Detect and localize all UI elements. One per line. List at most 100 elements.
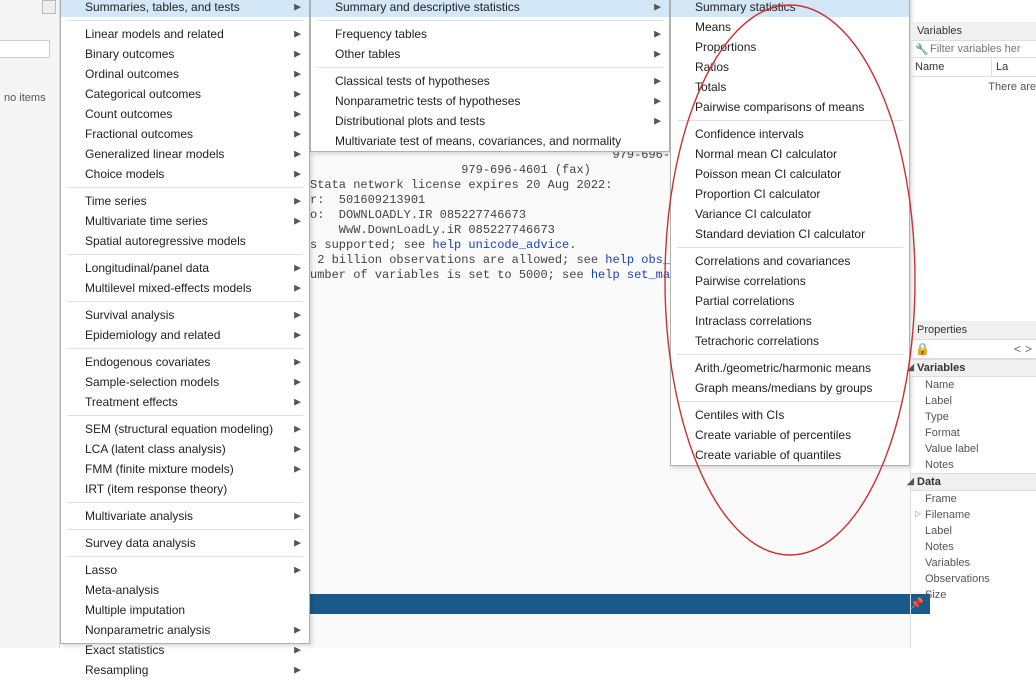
menu-item[interactable]: Create variable of quantiles xyxy=(671,445,909,465)
filter-input[interactable] xyxy=(0,40,50,58)
menu-item[interactable]: Other tables▶ xyxy=(311,44,669,64)
menu-item[interactable]: Arith./geometric/harmonic means xyxy=(671,358,909,378)
property-row: Name xyxy=(911,377,1036,393)
menu-item[interactable]: Resampling▶ xyxy=(61,660,309,680)
menu-item[interactable]: Endogenous covariates▶ xyxy=(61,352,309,372)
menu-item[interactable]: IRT (item response theory) xyxy=(61,479,309,499)
menu-item[interactable]: Lasso▶ xyxy=(61,560,309,580)
section-variables[interactable]: ◢Variables xyxy=(911,359,1036,377)
menu-item[interactable]: Choice models▶ xyxy=(61,164,309,184)
help-link-unicode[interactable]: help unicode_advice xyxy=(432,238,569,252)
menu-item[interactable]: Multivariate time series▶ xyxy=(61,211,309,231)
chevron-right-icon: ▶ xyxy=(294,538,301,549)
menu-item[interactable]: SEM (structural equation modeling)▶ xyxy=(61,419,309,439)
chevron-right-icon: ▶ xyxy=(294,665,301,676)
menu-item[interactable]: Ratios xyxy=(671,57,909,77)
chevron-right-icon: ▶ xyxy=(294,310,301,321)
prev-icon[interactable]: < xyxy=(1014,342,1021,356)
menu-item[interactable]: Exact statistics▶ xyxy=(61,640,309,660)
menu-item[interactable]: Sample-selection models▶ xyxy=(61,372,309,392)
property-row: Label xyxy=(911,393,1036,409)
menu-item[interactable]: Epidemiology and related▶ xyxy=(61,325,309,345)
menu-item[interactable]: Centiles with CIs xyxy=(671,405,909,425)
col-name[interactable]: Name xyxy=(911,58,992,76)
menu-item[interactable]: Longitudinal/panel data▶ xyxy=(61,258,309,278)
menu-item[interactable]: Confidence intervals xyxy=(671,124,909,144)
chevron-right-icon: ▶ xyxy=(654,49,661,60)
menu-item[interactable]: Summaries, tables, and tests▶ xyxy=(61,0,309,17)
menu-item[interactable]: Fractional outcomes▶ xyxy=(61,124,309,144)
menu-item[interactable]: Survival analysis▶ xyxy=(61,305,309,325)
chevron-right-icon: ▶ xyxy=(294,2,301,13)
statistics-menu[interactable]: Summaries, tables, and tests▶ Linear mode… xyxy=(60,0,310,644)
menu-item[interactable]: Summary statistics xyxy=(671,0,909,17)
property-row: Observations xyxy=(911,571,1036,587)
menu-item[interactable]: Ordinal outcomes▶ xyxy=(61,64,309,84)
lock-icon[interactable]: 🔒 xyxy=(915,342,930,356)
property-row: Size xyxy=(911,587,1036,603)
menu-item[interactable]: Spatial autoregressive models xyxy=(61,231,309,251)
menu-item[interactable]: Totals xyxy=(671,77,909,97)
menu-item[interactable]: FMM (finite mixture models)▶ xyxy=(61,459,309,479)
menu-item[interactable]: Nonparametric analysis▶ xyxy=(61,620,309,640)
chevron-right-icon: ▶ xyxy=(294,216,301,227)
property-row: Format xyxy=(911,425,1036,441)
menu-item[interactable]: Categorical outcomes▶ xyxy=(61,84,309,104)
no-items-label: no items xyxy=(4,92,46,104)
chevron-right-icon: ▶ xyxy=(294,196,301,207)
section-data[interactable]: ◢Data xyxy=(911,473,1036,491)
menu-item[interactable]: Binary outcomes▶ xyxy=(61,44,309,64)
filter-icon[interactable]: 🔧 xyxy=(915,43,927,55)
menu-item[interactable]: Intraclass correlations xyxy=(671,311,909,331)
menu-item[interactable]: Create variable of percentiles xyxy=(671,425,909,445)
menu-item[interactable]: Survey data analysis▶ xyxy=(61,533,309,553)
filter-variables-input[interactable] xyxy=(930,43,1032,55)
menu-item[interactable]: Classical tests of hypotheses▶ xyxy=(311,71,669,91)
menu-item[interactable]: Frequency tables▶ xyxy=(311,24,669,44)
menu-item[interactable]: LCA (latent class analysis)▶ xyxy=(61,439,309,459)
menu-item[interactable]: Count outcomes▶ xyxy=(61,104,309,124)
menu-item[interactable]: Poisson mean CI calculator xyxy=(671,164,909,184)
next-icon[interactable]: > xyxy=(1025,342,1032,356)
chevron-right-icon: ▶ xyxy=(654,2,661,13)
menu-item[interactable]: Standard deviation CI calculator xyxy=(671,224,909,244)
property-row: Notes xyxy=(911,457,1036,473)
menu-item[interactable]: Pairwise correlations xyxy=(671,271,909,291)
menu-item[interactable]: Time series▶ xyxy=(61,191,309,211)
toolbar-icon[interactable] xyxy=(42,0,56,14)
chevron-right-icon: ▶ xyxy=(294,464,301,475)
variables-columns: Name La xyxy=(911,58,1036,77)
chevron-right-icon: ▶ xyxy=(294,283,301,294)
chevron-right-icon: ▶ xyxy=(294,565,301,576)
menu-item[interactable]: Partial correlations xyxy=(671,291,909,311)
col-la[interactable]: La xyxy=(992,58,1036,76)
summaries-submenu[interactable]: Summary and descriptive statistics▶ Frequ… xyxy=(310,0,670,152)
menu-item[interactable]: Multiple imputation xyxy=(61,600,309,620)
menu-item[interactable]: Variance CI calculator xyxy=(671,204,909,224)
menu-item[interactable]: Proportion CI calculator xyxy=(671,184,909,204)
menu-item[interactable]: Normal mean CI calculator xyxy=(671,144,909,164)
property-row: Variables xyxy=(911,555,1036,571)
menu-item[interactable]: Proportions xyxy=(671,37,909,57)
menu-item[interactable]: Multivariate test of means, covariances,… xyxy=(311,131,669,151)
menu-item[interactable]: Linear models and related▶ xyxy=(61,24,309,44)
menu-item[interactable]: Nonparametric tests of hypotheses▶ xyxy=(311,91,669,111)
menu-item[interactable]: Distributional plots and tests▶ xyxy=(311,111,669,131)
summary-descriptive-submenu[interactable]: Summary statisticsMeansProportionsRatios… xyxy=(670,0,910,466)
menu-item[interactable]: Treatment effects▶ xyxy=(61,392,309,412)
menu-item[interactable]: Tetrachoric correlations xyxy=(671,331,909,351)
menu-item[interactable]: Summary and descriptive statistics▶ xyxy=(311,0,669,17)
menu-item[interactable]: Pairwise comparisons of means xyxy=(671,97,909,117)
chevron-right-icon: ▶ xyxy=(294,625,301,636)
menu-item[interactable]: Means xyxy=(671,17,909,37)
property-row: Type xyxy=(911,409,1036,425)
chevron-right-icon: ▶ xyxy=(654,96,661,107)
menu-item[interactable]: Generalized linear models▶ xyxy=(61,144,309,164)
chevron-right-icon: ▶ xyxy=(294,69,301,80)
menu-item[interactable]: Graph means/medians by groups xyxy=(671,378,909,398)
command-bar[interactable]: 📌 xyxy=(310,594,930,614)
menu-item[interactable]: Correlations and covariances xyxy=(671,251,909,271)
menu-item[interactable]: Multivariate analysis▶ xyxy=(61,506,309,526)
menu-item[interactable]: Meta-analysis xyxy=(61,580,309,600)
menu-item[interactable]: Multilevel mixed-effects models▶ xyxy=(61,278,309,298)
